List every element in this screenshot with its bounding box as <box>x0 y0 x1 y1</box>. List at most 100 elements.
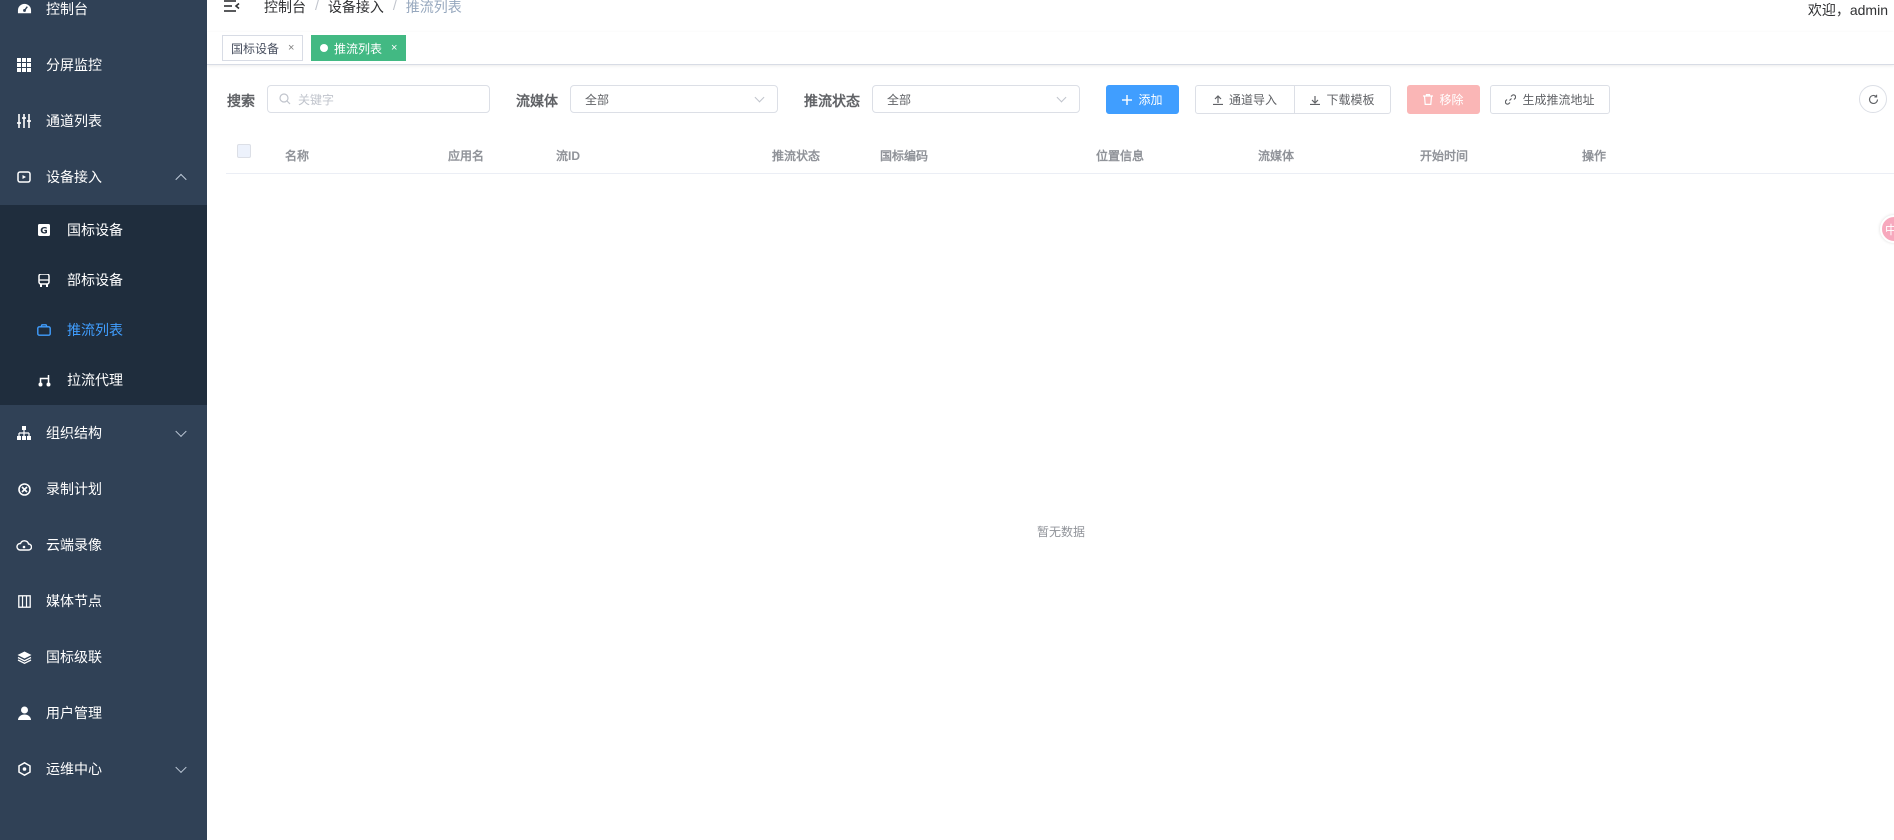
refresh-button[interactable] <box>1859 85 1887 113</box>
push-status-label: 推流状态 <box>804 93 860 109</box>
sidebar-item-dashboard[interactable]: 控制台 <box>0 0 207 37</box>
add-button-label: 添加 <box>1138 93 1163 107</box>
sidebar-item-push-list[interactable]: 推流列表 <box>0 305 207 355</box>
active-dot-icon <box>320 44 328 52</box>
chevron-down-icon <box>175 425 187 438</box>
sidebar-item-label: 录制计划 <box>46 481 102 497</box>
search-placeholder: 关键字 <box>298 92 335 107</box>
add-button[interactable]: 添加 <box>1106 85 1179 114</box>
breadcrumb-separator: / <box>392 0 397 13</box>
hexagon-icon <box>16 761 32 777</box>
plus-icon <box>1122 94 1133 105</box>
sidebar-item-user-mgmt[interactable]: 用户管理 <box>0 685 207 741</box>
column-header-actions: 操作 <box>1582 149 1607 163</box>
remove-button[interactable]: 移除 <box>1407 85 1480 114</box>
generate-button-label: 生成推流地址 <box>1522 93 1595 107</box>
import-button-label: 通道导入 <box>1228 93 1277 107</box>
input-method-badge[interactable]: 中 <box>1880 215 1894 243</box>
sidebar-item-label: 拉流代理 <box>67 372 123 388</box>
breadcrumb-item[interactable]: 设备接入 <box>328 0 384 17</box>
column-header-stream-id: 流ID <box>556 149 581 163</box>
sidebar-item-label: 国标级联 <box>46 649 102 665</box>
tag-push-list[interactable]: 推流列表 × <box>311 35 407 61</box>
chevron-down-icon <box>1056 92 1067 103</box>
sidebar-item-jt-device[interactable]: 部标设备 <box>0 255 207 305</box>
dashboard-icon <box>16 1 32 17</box>
trash-icon <box>1423 94 1434 105</box>
proxy-icon <box>37 373 51 387</box>
navbar: 控制台 / 设备接入 / 推流列表 欢迎，admin <box>207 0 1894 32</box>
sidebar-item-label: 分屏监控 <box>46 57 102 73</box>
column-header-gb-code: 国标编码 <box>880 149 929 163</box>
column-header-app: 应用名 <box>448 149 485 163</box>
sidebar-item-gb-cascade[interactable]: 国标级联 <box>0 629 207 685</box>
breadcrumb-current: 推流列表 <box>405 0 462 15</box>
tag-label: 推流列表 <box>334 41 383 56</box>
sidebar-item-split-monitor[interactable]: 分屏监控 <box>0 37 207 93</box>
tag-gb-device[interactable]: 国标设备 × <box>222 35 304 61</box>
empty-text: 暂无数据 <box>1037 525 1086 539</box>
push-status-select[interactable]: 全部 <box>872 85 1080 113</box>
record-plan-icon <box>16 481 32 497</box>
org-tree-icon <box>16 425 32 441</box>
sidebar-item-record-plan[interactable]: 录制计划 <box>0 461 207 517</box>
close-icon[interactable]: × <box>288 42 294 54</box>
camera-icon <box>37 323 51 337</box>
media-select[interactable]: 全部 <box>570 85 778 113</box>
generate-push-url-button[interactable]: 生成推流地址 <box>1490 85 1610 114</box>
push-status-select-value: 全部 <box>887 92 912 107</box>
grid-icon <box>16 57 32 73</box>
search-icon <box>279 93 291 105</box>
upload-icon <box>1212 94 1223 105</box>
gb-device-icon: G <box>37 223 51 237</box>
user-icon <box>16 705 32 721</box>
welcome-text[interactable]: 欢迎，admin <box>1808 0 1888 20</box>
column-header-push-status: 推流状态 <box>772 149 821 163</box>
sidebar-item-label: 云端录像 <box>46 537 102 553</box>
sidebar-item-channel-list[interactable]: 通道列表 <box>0 93 207 149</box>
download-button-label: 下载模板 <box>1326 93 1375 107</box>
sidebar-item-label: 设备接入 <box>46 169 102 185</box>
chevron-down-icon <box>175 761 187 774</box>
media-node-icon <box>16 593 32 609</box>
sidebar-item-pull-proxy[interactable]: 拉流代理 <box>0 355 207 405</box>
sidebar-item-ops-center[interactable]: 运维中心 <box>0 741 207 797</box>
select-all-checkbox[interactable] <box>237 144 251 158</box>
cloud-icon <box>16 537 32 553</box>
sidebar-item-label: 运维中心 <box>46 761 102 777</box>
media-select-value: 全部 <box>585 92 610 107</box>
sidebar-item-label: 媒体节点 <box>46 593 102 609</box>
remove-button-label: 移除 <box>1439 93 1464 107</box>
sidebar-item-media-node[interactable]: 媒体节点 <box>0 573 207 629</box>
sidebar-item-label: 组织结构 <box>46 425 102 441</box>
sidebar-item-device-access[interactable]: 设备接入 <box>0 149 207 205</box>
table-header: 名称 应用名 流ID 推流状态 国标编码 位置信息 流媒体 开始时间 操作 <box>226 138 1894 174</box>
sidebar-item-label: 控制台 <box>46 1 88 17</box>
chevron-down-icon <box>754 92 765 103</box>
breadcrumb-separator: / <box>315 0 319 13</box>
sidebar-item-label: 用户管理 <box>46 705 102 721</box>
column-header-location: 位置信息 <box>1096 149 1145 163</box>
search-label: 搜索 <box>227 93 255 109</box>
breadcrumb-item[interactable]: 控制台 <box>264 0 306 17</box>
sidebar-item-label: 国标设备 <box>67 222 123 238</box>
link-icon <box>1505 94 1517 105</box>
breadcrumb: 控制台 / 设备接入 / 推流列表 <box>264 0 462 17</box>
video-device-icon <box>16 169 32 185</box>
tags-view: 国标设备 × 推流列表 × <box>207 32 1894 65</box>
import-channel-button[interactable]: 通道导入 <box>1195 85 1295 114</box>
sidebar: 控制台 分屏监控 通道列表 设备接入 G 国标设备 部标设备 推流列表 拉流代理… <box>0 0 207 840</box>
sidebar-item-org[interactable]: 组织结构 <box>0 405 207 461</box>
search-input[interactable]: 关键字 <box>267 85 490 113</box>
tag-label: 国标设备 <box>231 41 280 56</box>
sidebar-item-gb-device[interactable]: G 国标设备 <box>0 205 207 255</box>
sidebar-item-cloud-record[interactable]: 云端录像 <box>0 517 207 573</box>
hamburger-icon[interactable] <box>223 0 241 14</box>
sliders-icon <box>16 113 32 129</box>
close-icon[interactable]: × <box>391 42 397 54</box>
column-header-name: 名称 <box>285 149 310 163</box>
chevron-up-icon <box>175 173 187 186</box>
sidebar-item-label: 推流列表 <box>67 322 123 338</box>
layers-icon <box>16 649 32 665</box>
download-template-button[interactable]: 下载模板 <box>1294 85 1391 114</box>
